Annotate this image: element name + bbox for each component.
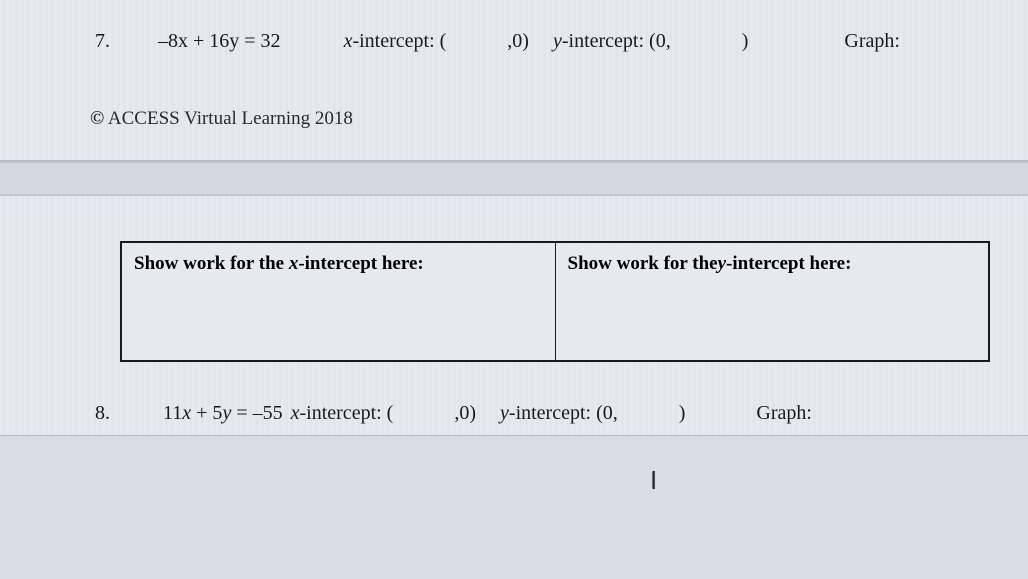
copyright-symbol: © bbox=[90, 108, 104, 129]
equation-7: –8x + 16y = 32 bbox=[158, 30, 281, 53]
text-cursor: I bbox=[650, 465, 657, 496]
graph-label-7: Graph: bbox=[844, 30, 900, 53]
work-table: Show work for the x-intercept here: Show… bbox=[120, 241, 990, 362]
section-problem-7: 7. –8x + 16y = 32 x-intercept: ( ,0) y-i… bbox=[0, 0, 1028, 161]
problem-number-8: 8. bbox=[95, 402, 125, 425]
x-intercept-label-8: x-intercept: ( bbox=[291, 402, 394, 425]
y-intercept-close-8: ) bbox=[679, 402, 686, 425]
y-intercept-close-7: ) bbox=[742, 30, 749, 53]
problem-number-7: 7. bbox=[95, 30, 125, 53]
x-intercept-close-8: ,0) bbox=[454, 402, 476, 425]
equation-8: 11x + 5y = –55 bbox=[163, 402, 283, 425]
problem-7-line: 7. –8x + 16y = 32 x-intercept: ( ,0) y-i… bbox=[95, 30, 978, 53]
work-cell-y-intercept[interactable]: Show work for they-intercept here: bbox=[555, 242, 989, 361]
copyright-line: © ACCESS Virtual Learning 2018 bbox=[90, 108, 978, 130]
y-intercept-label-7: y-intercept: (0, bbox=[553, 30, 671, 53]
problem-8-line: 8. 11x + 5y = –55 x-intercept: ( ,0) y-i… bbox=[95, 402, 978, 425]
section-problem-8: Show work for the x-intercept here: Show… bbox=[0, 196, 1028, 436]
x-intercept-label-7: x-intercept: ( bbox=[344, 30, 447, 53]
y-intercept-label-8: y-intercept: (0, bbox=[500, 402, 618, 425]
work-cell-x-intercept[interactable]: Show work for the x-intercept here: bbox=[121, 242, 555, 361]
x-intercept-close-7: ,0) bbox=[507, 30, 529, 53]
section-divider bbox=[0, 161, 1028, 196]
graph-label-8: Graph: bbox=[756, 402, 812, 425]
